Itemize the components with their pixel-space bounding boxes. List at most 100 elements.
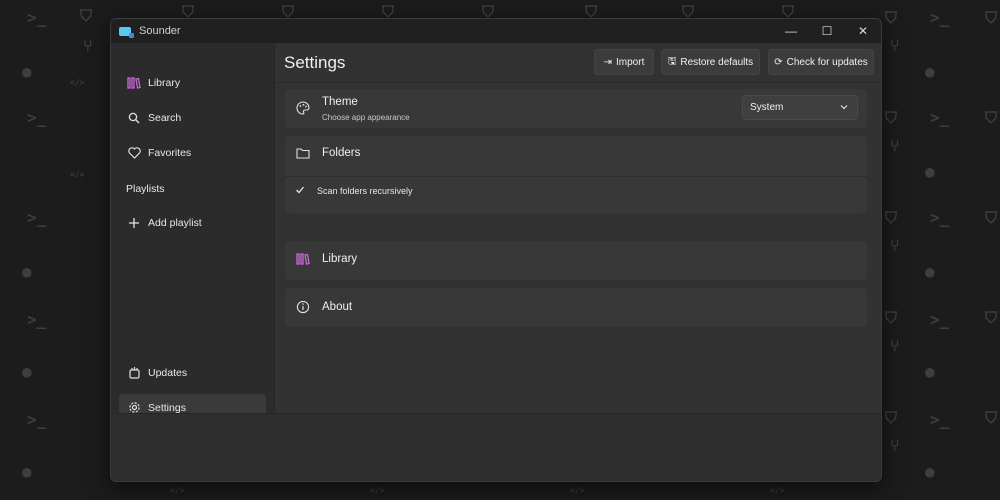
checkmark-icon[interactable] — [295, 185, 305, 195]
html5-icon: ⛉ — [885, 308, 898, 327]
scan-recursive-label: Scan folders recursively — [317, 186, 413, 196]
window-controls: — ☐ ✕ — [773, 19, 881, 43]
chevron-down-icon — [840, 105, 848, 110]
folder-icon — [296, 147, 310, 159]
html5-icon: ⛉ — [885, 408, 898, 427]
theme-card: Theme Choose app appearance System — [285, 89, 867, 128]
minimize-button[interactable]: — — [773, 19, 809, 43]
library-icon — [126, 76, 142, 89]
html5-icon: ⛉ — [985, 408, 998, 427]
check-for-updates-label: Check for updates — [786, 56, 868, 68]
sidebar-item-label: Updates — [148, 366, 188, 379]
github-icon: ● — [22, 462, 32, 481]
sidebar-item-label: Favorites — [148, 146, 192, 159]
folders-card[interactable]: Folders Scan folders recursively — [285, 136, 867, 213]
sidebar-item-search[interactable]: Search — [119, 104, 266, 131]
restore-defaults-button[interactable]: 🖫 Restore defaults — [661, 49, 760, 75]
sidebar-item-label: Settings — [148, 401, 186, 414]
header-divider — [275, 82, 881, 83]
git-icon: ⑂ — [890, 136, 900, 155]
html5-icon: ⛉ — [985, 108, 998, 127]
theme-subtitle: Choose app appearance — [322, 113, 410, 122]
library-title: Library — [322, 253, 358, 265]
close-button[interactable]: ✕ — [845, 19, 881, 43]
app-title: Sounder — [139, 25, 181, 37]
html5-icon: ⛉ — [985, 308, 998, 327]
git-icon: ⑂ — [890, 336, 900, 355]
git-icon: ⑂ — [890, 436, 900, 455]
about-card[interactable]: About — [285, 288, 867, 327]
plus-icon — [126, 217, 142, 229]
sidebar-item-updates[interactable]: Updates — [119, 359, 266, 386]
import-label: Import — [616, 56, 645, 68]
settings-page: Settings ⇥ Import 🖫 Restore defaults ⟳ C… — [274, 43, 881, 413]
palette-icon — [296, 101, 310, 115]
folders-recursive-option: Scan folders recursively — [285, 176, 867, 207]
terminal-icon: >_ — [27, 410, 47, 429]
sidebar-item-label: Library — [148, 76, 181, 89]
html5-icon: ⛉ — [885, 108, 898, 127]
sidebar: Library Search Favorites Playlists Add p… — [111, 43, 274, 421]
html5-icon: ⛉ — [80, 6, 93, 25]
page-title: Settings — [284, 53, 346, 72]
library-card[interactable]: Library — [285, 241, 867, 280]
html5-icon: ⛉ — [985, 8, 998, 27]
html5-icon: ⛉ — [885, 8, 898, 27]
git-icon: ⑂ — [890, 236, 900, 255]
theme-select-value: System — [750, 102, 784, 113]
save-icon: 🖫 — [667, 55, 677, 67]
app-logo-icon — [119, 26, 134, 38]
github-icon: ● — [22, 262, 32, 281]
import-icon: ⇥ — [603, 56, 613, 68]
sidebar-item-label: Add playlist — [148, 216, 202, 229]
code-icon: </> — [70, 78, 85, 87]
github-icon: ● — [925, 162, 935, 181]
theme-select[interactable]: System — [742, 95, 858, 120]
code-icon: </> — [70, 170, 85, 179]
terminal-icon: >_ — [930, 310, 950, 329]
sidebar-item-label: Search — [148, 111, 182, 124]
terminal-icon: >_ — [27, 310, 47, 329]
terminal-icon: >_ — [930, 208, 950, 227]
code-icon: </> — [570, 486, 585, 495]
terminal-icon: >_ — [27, 8, 47, 27]
updates-icon — [126, 366, 142, 379]
library-icon — [296, 253, 310, 265]
terminal-icon: >_ — [930, 108, 950, 127]
github-icon: ● — [925, 462, 935, 481]
maximize-button[interactable]: ☐ — [809, 19, 845, 43]
github-icon: ● — [22, 62, 32, 81]
folders-title: Folders — [322, 147, 361, 159]
code-icon: </> — [170, 486, 185, 495]
import-button[interactable]: ⇥ Import — [594, 49, 654, 75]
terminal-icon: >_ — [930, 410, 950, 429]
info-icon — [296, 300, 310, 314]
code-icon: </> — [770, 486, 785, 495]
sidebar-item-library[interactable]: Library — [119, 69, 266, 96]
code-icon: </> — [370, 486, 385, 495]
add-playlist-button[interactable]: Add playlist — [119, 209, 266, 236]
check-for-updates-button[interactable]: ⟳ Check for updates — [768, 49, 874, 75]
git-icon: ⑂ — [890, 36, 900, 55]
search-icon — [126, 112, 142, 124]
terminal-icon: >_ — [27, 108, 47, 127]
app-window: Sounder — ☐ ✕ Library Search Favorites P… — [110, 18, 882, 482]
github-icon: ● — [925, 62, 935, 81]
github-icon: ● — [22, 362, 32, 381]
title-bar[interactable]: Sounder — ☐ ✕ — [111, 19, 881, 43]
playlists-header: Playlists — [126, 183, 165, 195]
git-icon: ⑂ — [83, 36, 93, 55]
html5-icon: ⛉ — [885, 208, 898, 227]
heart-icon — [126, 146, 142, 159]
terminal-icon: >_ — [930, 8, 950, 27]
player-footer — [111, 413, 881, 481]
github-icon: ● — [925, 262, 935, 281]
about-title: About — [322, 301, 353, 313]
github-icon: ● — [925, 362, 935, 381]
refresh-icon: ⟳ — [774, 56, 783, 68]
sidebar-item-favorites[interactable]: Favorites — [119, 139, 266, 166]
theme-title: Theme — [322, 96, 358, 108]
html5-icon: ⛉ — [985, 208, 998, 227]
restore-defaults-label: Restore defaults — [680, 56, 754, 68]
terminal-icon: >_ — [27, 208, 47, 227]
